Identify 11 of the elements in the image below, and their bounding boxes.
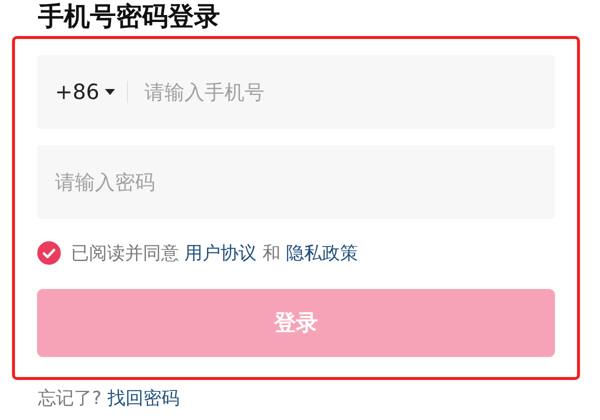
country-code-dropdown[interactable]: +86	[55, 80, 116, 104]
checkbox[interactable]	[37, 241, 61, 265]
phone-field[interactable]: +86 请输入手机号	[37, 55, 555, 129]
user-agreement-link[interactable]: 用户协议	[184, 243, 257, 264]
page-title: 手机号密码登录	[37, 1, 221, 34]
forgot-password-text: 忘记了? 找回密码	[38, 387, 180, 410]
password-field[interactable]: 请输入密码	[37, 145, 555, 219]
caret-icon	[105, 89, 116, 95]
agreement-text: 已阅读并同意 用户协议 和 隐私政策	[71, 242, 358, 265]
recover-password-link[interactable]: 找回密码	[107, 388, 180, 409]
privacy-policy-link[interactable]: 隐私政策	[286, 243, 358, 264]
